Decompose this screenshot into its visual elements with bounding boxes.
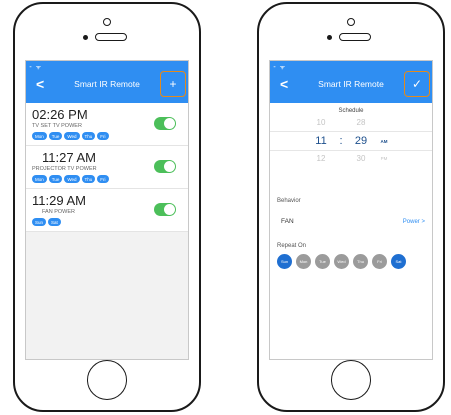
enable-toggle[interactable] [154, 203, 176, 216]
schedule-list: 02:26 PM TV SET TV Power Mon Tue Wed Thu… [26, 103, 188, 359]
day-toggle-tue[interactable]: Tue [315, 254, 330, 269]
day-pill: Wed [64, 132, 80, 140]
repeat-label: Repeat On [277, 243, 307, 249]
day-pill: Thu [81, 175, 96, 183]
chevron-right-icon: > [421, 218, 425, 225]
day-toggle-sat[interactable]: Sat [391, 254, 406, 269]
picker-row-selected[interactable]: 11 : 29 AM [270, 131, 432, 151]
home-button[interactable] [331, 360, 371, 400]
picker-minute[interactable]: 29 [348, 135, 374, 147]
behavior-action-label: Power [402, 218, 420, 225]
enable-toggle[interactable] [154, 117, 176, 130]
picker-separator: : [339, 135, 343, 147]
day-pill: Fri [97, 175, 109, 183]
behavior-device: FAN [281, 218, 294, 225]
day-pill: Sun [32, 218, 47, 226]
phone-sensors [321, 16, 381, 46]
enable-toggle[interactable] [154, 160, 176, 173]
add-schedule-button[interactable]: + [160, 71, 186, 97]
picker-row-below: 12 30 PM [270, 154, 432, 163]
day-pill: Sat [48, 218, 61, 226]
day-pill: Fri [97, 132, 109, 140]
day-toggle-wed[interactable]: Wed [334, 254, 349, 269]
day-pills: Mon Tue Wed Thu Fri [32, 175, 182, 183]
day-pills: Sun Sat [32, 218, 182, 226]
sensor-dot [83, 35, 88, 40]
day-pills: Mon Tue Wed Thu Fri [32, 132, 182, 140]
picker-hour[interactable]: 11 [308, 135, 334, 147]
picker-hour: 10 [316, 118, 326, 127]
camera-icon [103, 18, 111, 26]
day-toggle-sun[interactable]: Sun [277, 254, 292, 269]
list-item[interactable]: 11:29 AM FAN Power Sun Sat [26, 189, 188, 232]
edit-screen: ⁃ ᯤ < Smart IR Remote ✓ Schedule 10 28 1… [269, 60, 433, 360]
save-checkmark-button[interactable]: ✓ [404, 71, 430, 97]
navbar: ⁃ ᯤ < Smart IR Remote + [26, 61, 188, 103]
picker-minute: 28 [356, 118, 366, 127]
list-item[interactable]: 11:27 AM PROJECTOR TV Power Mon Tue Wed … [26, 146, 188, 189]
behavior-label: Behavior [277, 198, 301, 204]
day-pill: Mon [32, 175, 47, 183]
picker-minute: 30 [356, 154, 366, 163]
navbar: ⁃ ᯤ < Smart IR Remote ✓ [270, 61, 432, 103]
day-pill: Tue [48, 132, 63, 140]
day-toggle-fri[interactable]: Fri [372, 254, 387, 269]
list-screen: ⁃ ᯤ < Smart IR Remote + 02:26 PM TV SET … [25, 60, 189, 360]
day-pill: Thu [81, 132, 96, 140]
phone-frame-right: ⁃ ᯤ < Smart IR Remote ✓ Schedule 10 28 1… [257, 2, 445, 412]
picker-hour: 12 [316, 154, 326, 163]
repeat-day-selector: Sun Mon Tue Wed Thu Fri Sat [270, 254, 432, 269]
time-picker[interactable]: 10 28 11 : 29 AM 12 30 PM [270, 118, 432, 168]
picker-row-above: 10 28 [270, 118, 432, 127]
day-pill: Wed [64, 175, 80, 183]
sensor-dot [327, 35, 332, 40]
speaker-grille [339, 33, 371, 41]
phone-sensors [77, 16, 137, 46]
picker-ampm[interactable]: AM [374, 139, 394, 144]
picker-ampm: PM [380, 156, 388, 161]
schedule-label: Schedule [338, 108, 364, 114]
status-bar-icons: ⁃ ᯤ [273, 65, 287, 71]
behavior-action-link[interactable]: Power > [403, 219, 425, 225]
day-toggle-thu[interactable]: Thu [353, 254, 368, 269]
list-item[interactable]: 02:26 PM TV SET TV Power Mon Tue Wed Thu… [26, 103, 188, 146]
day-pill: Tue [48, 175, 63, 183]
home-button[interactable] [87, 360, 127, 400]
day-pill: Mon [32, 132, 47, 140]
phone-frame-left: ⁃ ᯤ < Smart IR Remote + 02:26 PM TV SET … [13, 2, 201, 412]
day-toggle-mon[interactable]: Mon [296, 254, 311, 269]
speaker-grille [95, 33, 127, 41]
behavior-row[interactable]: FAN Power > [270, 218, 432, 225]
camera-icon [347, 18, 355, 26]
status-bar-icons: ⁃ ᯤ [29, 65, 43, 71]
